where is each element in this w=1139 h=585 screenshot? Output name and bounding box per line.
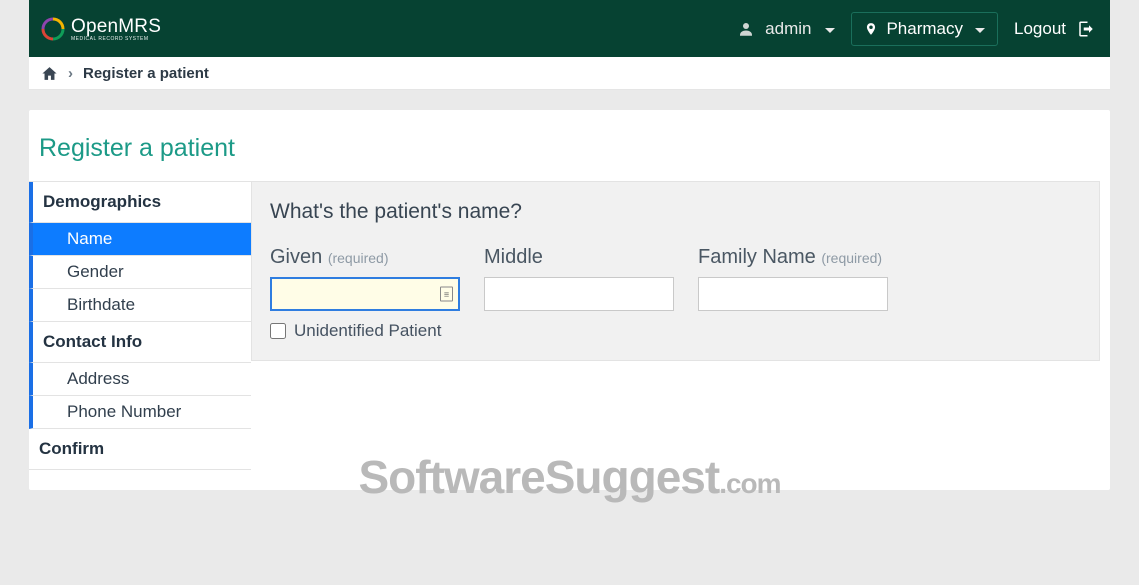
unidentified-label: Unidentified Patient xyxy=(294,321,441,341)
field-family: Family Name (required) xyxy=(698,246,888,311)
brand-logo[interactable]: OpenMRS MEDICAL RECORD SYSTEM xyxy=(41,16,161,42)
chevron-right-icon: › xyxy=(68,65,73,82)
main-card: Register a patient Demographics Name Gen… xyxy=(29,110,1110,490)
step-phone[interactable]: Phone Number xyxy=(29,396,251,429)
autofill-icon: ≡ xyxy=(440,287,453,302)
form-question: What's the patient's name? xyxy=(270,200,1081,224)
required-suffix: (required) xyxy=(328,250,389,266)
map-pin-icon xyxy=(864,20,878,38)
section-contact-info[interactable]: Contact Info xyxy=(29,322,251,363)
middle-input[interactable] xyxy=(484,277,674,311)
field-middle: Middle xyxy=(484,246,674,311)
given-label: Given xyxy=(270,246,322,268)
page-title: Register a patient xyxy=(29,134,1110,181)
location-selector[interactable]: Pharmacy xyxy=(851,12,998,46)
openmrs-logo-icon xyxy=(41,17,65,41)
middle-label: Middle xyxy=(484,246,543,268)
watermark-suffix: .com xyxy=(719,468,780,499)
user-name: admin xyxy=(765,19,811,39)
field-given: Given (required) ≡ xyxy=(270,246,460,311)
breadcrumb-current: Register a patient xyxy=(83,65,209,82)
required-suffix: (required) xyxy=(821,250,882,266)
unidentified-row[interactable]: Unidentified Patient xyxy=(270,321,1081,341)
family-label: Family Name xyxy=(698,246,816,268)
caret-down-icon xyxy=(825,28,835,33)
user-menu[interactable]: admin xyxy=(737,19,835,39)
step-address[interactable]: Address xyxy=(29,363,251,396)
form-panel: What's the patient's name? Given (requir… xyxy=(251,181,1100,361)
step-name[interactable]: Name xyxy=(29,223,251,256)
given-input[interactable] xyxy=(270,277,460,311)
step-gender[interactable]: Gender xyxy=(29,256,251,289)
breadcrumb: › Register a patient xyxy=(29,57,1110,90)
logout-icon xyxy=(1076,20,1096,38)
logout-label: Logout xyxy=(1014,19,1066,39)
brand-tagline: MEDICAL RECORD SYSTEM xyxy=(71,36,161,42)
unidentified-checkbox[interactable] xyxy=(270,323,286,339)
section-demographics[interactable]: Demographics xyxy=(29,182,251,223)
logout-button[interactable]: Logout xyxy=(1014,19,1096,39)
step-birthdate[interactable]: Birthdate xyxy=(29,289,251,322)
home-icon[interactable] xyxy=(41,65,58,82)
watermark-main: SoftwareSuggest xyxy=(358,451,719,503)
user-icon xyxy=(737,20,755,38)
top-bar: OpenMRS MEDICAL RECORD SYSTEM admin Phar… xyxy=(29,0,1110,57)
location-name: Pharmacy xyxy=(886,19,963,39)
brand-name: OpenMRS xyxy=(71,16,161,38)
family-input[interactable] xyxy=(698,277,888,311)
watermark: SoftwareSuggest.com xyxy=(0,450,1139,504)
wizard-sidebar: Demographics Name Gender Birthdate Conta… xyxy=(29,181,251,470)
caret-down-icon xyxy=(975,28,985,33)
